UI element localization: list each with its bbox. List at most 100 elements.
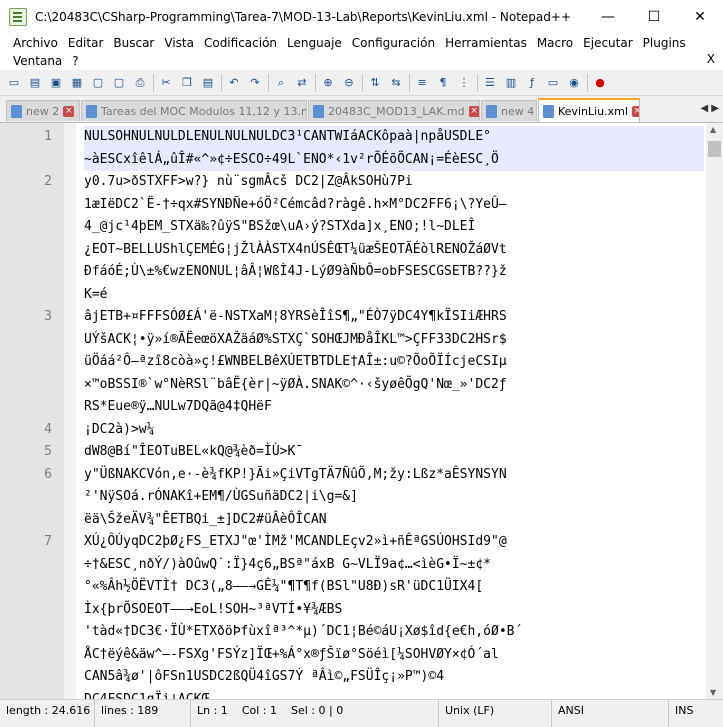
line-text[interactable]: dW8@Bí"ÎEOTuBEL«kQ@¾èð=ÌÙ>K¯ xyxy=(84,441,704,464)
editor-line[interactable]: DC4FSDC1qÏi¦ACKŒ xyxy=(0,689,723,700)
editor-line[interactable]: CAN5â¾ø'|ôFSn1USDC2ßQÜ4îGS7Ý ªÂì©„FSÜÎç¡… xyxy=(0,666,723,689)
line-text[interactable]: 4_@jc¹4þEM_STXä‰?ûÿS"BSžœ\uA›ý?STXda]x¸E… xyxy=(84,216,704,239)
line-text[interactable]: ~àESCxîêlÁ„ûÎ#«^»¢÷ESCO÷49L`ENO*‹1v²rÕÉõ… xyxy=(84,148,704,171)
cut-icon[interactable]: ✂ xyxy=(158,75,174,91)
editor-line[interactable]: 4 ¡DC2à)>w¼ xyxy=(0,419,723,442)
tab-new-4[interactable]: new 4 × xyxy=(481,100,537,121)
tab-close-icon[interactable]: × xyxy=(631,105,639,117)
line-text[interactable]: y"ÜßNAKCVón,e·-è¾fKP!}Ãi»ÇiVTgTÄ7ÑûÕ,M;ž… xyxy=(84,464,704,487)
save-icon[interactable]: ▣ xyxy=(48,75,64,91)
tab-close-icon[interactable]: × xyxy=(468,105,479,117)
scroll-thumb[interactable] xyxy=(708,141,721,157)
replace-icon[interactable]: ⇄ xyxy=(294,75,310,91)
line-text[interactable]: CAN5â¾ø'|ôFSn1USDC2ßQÜ4îGS7Ý ªÂì©„FSÜÎç¡… xyxy=(84,666,704,689)
copy-icon[interactable]: ❐ xyxy=(179,75,195,91)
status-insert-mode[interactable]: INS xyxy=(669,700,723,727)
editor-line[interactable]: RS*Eue®ÿ…NULw7DQã@4‡QHëF xyxy=(0,396,723,419)
status-encoding[interactable]: ANSI xyxy=(552,700,669,727)
editor-line[interactable]: ×™oBSSI®`w°NèRSl¨bâË{èr|~ÿØÀ.SNAK©^·‹šyø… xyxy=(0,374,723,397)
new-file-icon[interactable]: ▭ xyxy=(6,75,22,91)
line-text[interactable]: ÷†&ESC¸nðÝ/)àOûwQ˙:Ï}4ç6„BSª"áxB G~VLÏ9a… xyxy=(84,554,704,577)
undo-icon[interactable]: ↶ xyxy=(226,75,242,91)
minimize-button[interactable]: — xyxy=(585,0,631,34)
editor-line[interactable]: ÷†&ESC¸nðÝ/)àOûwQ˙:Ï}4ç6„BSª"áxB G~VLÏ9a… xyxy=(0,554,723,577)
menu-configuracion[interactable]: Configuración xyxy=(347,36,440,50)
all-chars-icon[interactable]: ¶ xyxy=(435,75,451,91)
zoom-in-icon[interactable]: ⊕ xyxy=(320,75,336,91)
indent-guide-icon[interactable]: ⋮ xyxy=(456,75,472,91)
editor-line[interactable]: ²'NÿSOá.rÓNAKî+EM¶/ÙGSuñäDC2|i\g=&] xyxy=(0,486,723,509)
function-list-icon[interactable]: ƒ xyxy=(524,75,540,91)
menu-archivo[interactable]: Archivo xyxy=(8,36,63,50)
line-text[interactable]: ÅC†ëýê&äw^–-FSXg'FSÝz]ÏŒ+%Á°x®ƒŠïø°Söéì[… xyxy=(84,644,704,667)
line-text[interactable]: K=é xyxy=(84,284,704,307)
editor-line[interactable]: üÖáá²Ô–ªzî8còà»ç!£WNBELBêXÚETBTDLE†AÎ±:u… xyxy=(0,351,723,374)
tab-20483c-mod13[interactable]: 20483C_MOD13_LAK.md × xyxy=(308,100,480,121)
scroll-down-icon[interactable]: ▼ xyxy=(710,688,716,697)
menu-plugins[interactable]: Plugins xyxy=(638,36,691,50)
editor-line[interactable]: ~àESCxîêlÁ„ûÎ#«^»¢÷ESCO÷49L`ENO*‹1v²rÕÉõ… xyxy=(0,148,723,171)
editor-line[interactable]: 6 y"ÜßNAKCVón,e·-è¾fKP!}Ãi»ÇiVTgTÄ7ÑûÕ,M;… xyxy=(0,464,723,487)
menu-lenguaje[interactable]: Lenguaje xyxy=(282,36,347,50)
line-text[interactable]: ²'NÿSOá.rÓNAKî+EM¶/ÙGSuñäDC2|i\g=&] xyxy=(84,486,704,509)
editor-line[interactable]: Ìx{þrÕSOEOT——→EoL!SOH~³ªVTÍ•¥¾ÆBS xyxy=(0,599,723,622)
monitor-icon[interactable]: ◉ xyxy=(566,75,582,91)
menu-vista[interactable]: Vista xyxy=(159,36,199,50)
editor-line[interactable]: ëä\ŠžeÄV¾"ÊETBQi_±]DC2#üÂèÔÎCAN xyxy=(0,509,723,532)
line-text[interactable]: ÐfáóÉ;Ù\±%€wzENONUL¦âÂ¦WßÌ4J-LýØ9àÑbÔ=ob… xyxy=(84,261,704,284)
sync-h-icon[interactable]: ⇆ xyxy=(388,75,404,91)
sync-v-icon[interactable]: ⇅ xyxy=(367,75,383,91)
editor-line[interactable]: 5 dW8@Bí"ÎEOTuBEL«kQ@¾èð=ÌÙ>K¯ xyxy=(0,441,723,464)
line-text[interactable]: âjETB+¤FFFSÓØ£Á'ë-NSTXaM¦8YRSèÎîS¶„"ÉÒ7ÿ… xyxy=(84,306,704,329)
editor-line[interactable]: ¿EOT~BELLUShlÇEMÉG¦jŽlÀÀSTX4nÚSÊŒT¼üæŠEO… xyxy=(0,239,723,262)
maximize-button[interactable]: ☐ xyxy=(631,0,677,34)
editor-line[interactable]: ÅC†ëýê&äw^–-FSXg'FSÝz]ÏŒ+%Á°x®ƒŠïø°Söéì[… xyxy=(0,644,723,667)
line-text[interactable]: ëä\ŠžeÄV¾"ÊETBQi_±]DC2#üÂèÔÎCAN xyxy=(84,509,704,532)
print-icon[interactable]: ⎙ xyxy=(132,75,148,91)
menu-codificacion[interactable]: Codificación xyxy=(199,36,282,50)
line-text[interactable]: UÝšACK¦•ÿ»í®ÃËeœöXAŽäáØ%STXÇ`SOHŒJMÐåÎKL… xyxy=(84,329,704,352)
tab-kevinliu-xml[interactable]: KevinLiu.xml × xyxy=(538,98,640,122)
menu-macro[interactable]: Macro xyxy=(532,36,578,50)
open-file-icon[interactable]: ▤ xyxy=(27,75,43,91)
menu-ejecutar[interactable]: Ejecutar xyxy=(578,36,638,50)
menu-ventana[interactable]: Ventana xyxy=(8,54,67,68)
close-all-icon[interactable]: ▢ xyxy=(111,75,127,91)
tab-tareas-moc[interactable]: Tareas del MOC Modulos 11,12 y 13.md × xyxy=(81,100,307,121)
save-all-icon[interactable]: ▦ xyxy=(69,75,85,91)
find-icon[interactable]: ⌕ xyxy=(273,75,289,91)
editor-line[interactable]: 'tàd«†DC3€·ÏÙ*ETXðöÞfùxîª³^*µ)´DC1¦Bé©áU… xyxy=(0,621,723,644)
line-text[interactable]: 'tàd«†DC3€·ÏÙ*ETXðöÞfùxîª³^*µ)´DC1¦Bé©áU… xyxy=(84,621,704,644)
tab-new-2[interactable]: new 2 × xyxy=(6,100,80,121)
folder-workspace-icon[interactable]: ▭ xyxy=(545,75,561,91)
tab-scroll-arrows[interactable]: ◀ ▶ xyxy=(700,103,719,114)
editor-line[interactable]: °«%Âh½ÖËVTÌ† DC3(„8——→GÊ¼"¶T¶f(BSl"U8Ð)s… xyxy=(0,576,723,599)
line-text[interactable]: NULSOHNULNULDLENULNULNULDC3¹CANTWIáACKôp… xyxy=(84,126,704,149)
line-text[interactable]: DC4FSDC1qÏi¦ACKŒ xyxy=(84,689,704,700)
close-window-button[interactable]: ✕ xyxy=(677,0,723,34)
line-text[interactable]: Ìx{þrÕSOEOT——→EoL!SOH~³ªVTÍ•¥¾ÆBS xyxy=(84,599,704,622)
tab-close-icon[interactable]: × xyxy=(63,105,75,117)
vertical-scrollbar[interactable]: ▲ ▼ xyxy=(706,123,723,699)
editor-line[interactable]: UÝšACK¦•ÿ»í®ÃËeœöXAŽäáØ%STXÇ`SOHŒJMÐåÎKL… xyxy=(0,329,723,352)
editor-line[interactable]: 1æIëDC2`Ë-†÷qx#SYNÐÑe+óÕ²Cémcâd?ràgê.h×M… xyxy=(0,194,723,217)
editor-line[interactable]: 1 NULSOHNULNULDLENULNULNULDC3¹CANTWIáACKô… xyxy=(0,126,723,149)
line-text[interactable]: ¿EOT~BELLUShlÇEMÉG¦jŽlÀÀSTX4nÚSÊŒT¼üæŠEO… xyxy=(84,239,704,262)
editor-line[interactable]: 4_@jc¹4þEM_STXä‰?ûÿS"BSžœ\uA›ý?STXda]x¸E… xyxy=(0,216,723,239)
line-text[interactable]: RS*Eue®ÿ…NULw7DQã@4‡QHëF xyxy=(84,396,704,419)
wrap-icon[interactable]: ≡ xyxy=(414,75,430,91)
record-macro-icon[interactable]: ● xyxy=(592,75,608,91)
editor-line[interactable]: 3 âjETB+¤FFFSÓØ£Á'ë-NSTXaM¦8YRSèÎîS¶„"ÉÒ7… xyxy=(0,306,723,329)
udl-icon[interactable]: ☰ xyxy=(482,75,498,91)
editor-line[interactable]: 7 XÚ¿ÔÚyqDC2þØ¿FS_ETXJ"œ'ÌMž'MCANDLEçv2»ì… xyxy=(0,531,723,554)
line-text[interactable]: üÖáá²Ô–ªzî8còà»ç!£WNBELBêXÚETBTDLE†AÎ±:u… xyxy=(84,351,704,374)
line-text[interactable]: XÚ¿ÔÚyqDC2þØ¿FS_ETXJ"œ'ÌMž'MCANDLEçv2»ì+… xyxy=(84,531,704,554)
menu-herramientas[interactable]: Herramientas xyxy=(440,36,532,50)
menu-buscar[interactable]: Buscar xyxy=(108,36,159,50)
line-text[interactable]: ×™oBSSI®`w°NèRSl¨bâË{èr|~ÿØÀ.SNAK©^·‹šyø… xyxy=(84,374,704,397)
menu-help[interactable]: ? xyxy=(67,54,83,68)
editor-line[interactable]: ÐfáóÉ;Ù\±%€wzENONUL¦âÂ¦WßÌ4J-LýØ9àÑbÔ=ob… xyxy=(0,261,723,284)
paste-icon[interactable]: ▤ xyxy=(200,75,216,91)
doc-map-icon[interactable]: ▥ xyxy=(503,75,519,91)
redo-icon[interactable]: ↷ xyxy=(247,75,263,91)
